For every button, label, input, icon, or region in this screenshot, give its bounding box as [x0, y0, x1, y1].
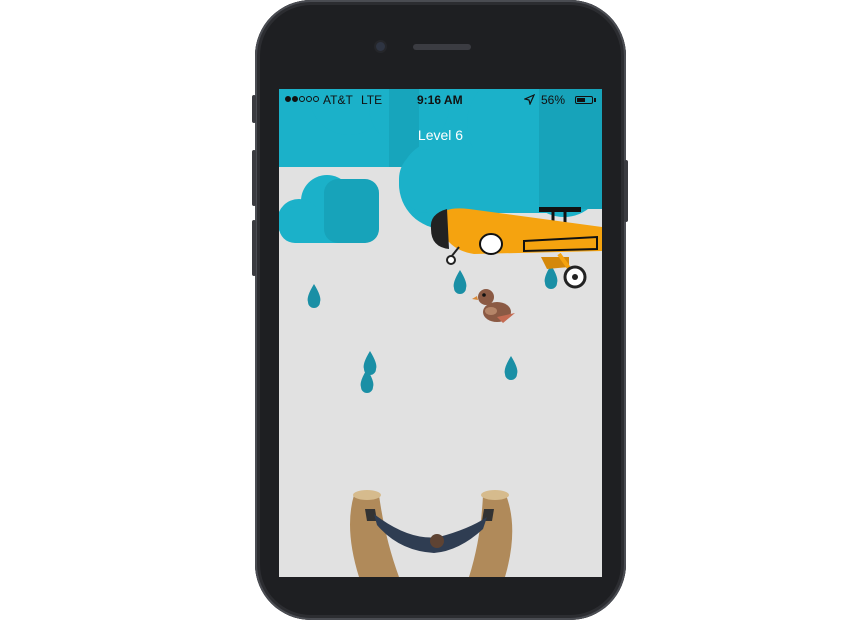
raindrop	[504, 356, 518, 380]
bird	[472, 289, 515, 323]
battery-level-fill	[577, 98, 585, 102]
mute-switch	[252, 95, 256, 123]
cloud-left	[279, 175, 379, 243]
battery-icon	[575, 96, 593, 104]
level-title: Level 6	[417, 127, 464, 143]
network-type: LTE	[361, 93, 383, 107]
carrier-name: AT&T	[323, 93, 353, 107]
status-bar: AT&T LTE 9:16 AM 56%	[279, 89, 602, 111]
volume-down-button	[252, 220, 256, 276]
raindrop	[363, 351, 377, 375]
raindrop	[307, 284, 321, 308]
biplane	[430, 207, 602, 289]
volume-up-button	[252, 150, 256, 206]
signal-dot	[285, 96, 291, 102]
signal-dots-icon	[285, 96, 319, 102]
earpiece-speaker	[413, 44, 471, 50]
raindrops	[307, 265, 558, 393]
location-arrow-icon	[524, 94, 535, 105]
game-screen[interactable]: AT&T LTE 9:16 AM 56% Level 6	[279, 89, 602, 577]
status-time: 9:16 AM	[417, 93, 463, 107]
signal-dot	[292, 96, 298, 102]
signal-dot	[299, 96, 305, 102]
front-camera	[376, 42, 385, 51]
raindrop	[453, 270, 467, 294]
battery-percentage: 56%	[541, 93, 566, 107]
signal-dot	[306, 96, 312, 102]
game-scene[interactable]	[279, 89, 602, 577]
slingshot	[350, 490, 513, 577]
battery-tip	[594, 98, 596, 102]
power-button	[624, 160, 628, 222]
signal-dot	[313, 96, 319, 102]
